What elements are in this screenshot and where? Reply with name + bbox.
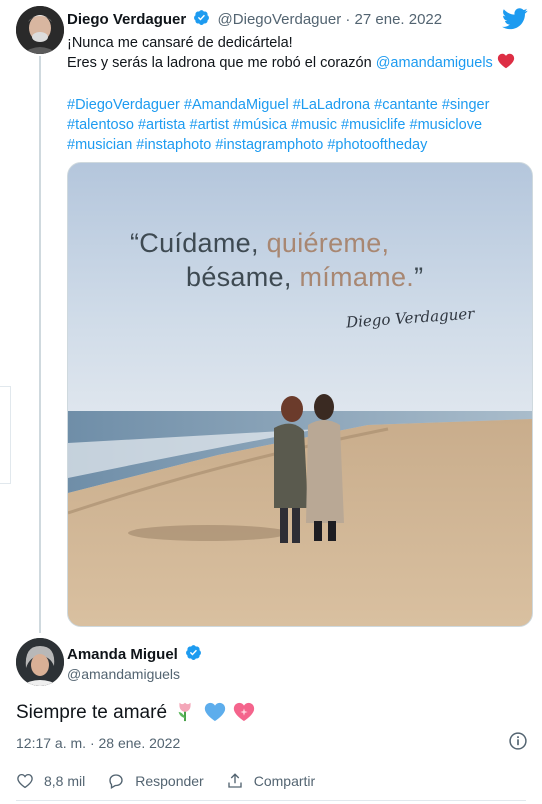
tulip-icon xyxy=(174,700,196,728)
tweet-line-2: Eres y serás la ladrona que me robó el c… xyxy=(67,53,532,75)
tweet-line-2-text: Eres y serás la ladrona que me robó el c… xyxy=(67,55,376,71)
reply-author-name[interactable]: Amanda Miguel xyxy=(67,646,178,663)
verified-badge-icon xyxy=(193,9,210,30)
reply-button[interactable]: Responder xyxy=(107,772,204,790)
reply-icon xyxy=(109,774,123,789)
tweet-text: ¡Nunca me cansaré de dedicártela! Eres y… xyxy=(67,33,532,155)
reply-text: Siempre te amaré xyxy=(16,700,255,728)
side-panel-edge xyxy=(0,386,11,484)
reply-text-content: Siempre te amaré xyxy=(16,702,168,723)
twitter-bird-icon[interactable] xyxy=(502,8,528,35)
like-count: 8,8 mil xyxy=(44,773,86,789)
share-label: Compartir xyxy=(253,773,316,789)
reply-verified-badge-icon xyxy=(185,644,202,665)
quote-text-1: “Cuídame, xyxy=(130,228,267,258)
reply-time: 12:17 a. m. xyxy=(16,735,87,751)
reply-date: 28 ene. 2022 xyxy=(98,735,181,751)
reply-author-handle[interactable]: @amandamiguels xyxy=(67,666,180,682)
blue-heart-icon xyxy=(204,702,226,728)
hashtags-line-3[interactable]: #musician #instaphoto #instagramphoto #p… xyxy=(67,135,532,155)
hashtags-line-2[interactable]: #talentoso #artista #artist #música #mus… xyxy=(67,115,532,135)
bottom-divider xyxy=(16,800,526,801)
share-icon xyxy=(228,773,242,788)
like-icon xyxy=(17,773,33,789)
tweet-actions: 8,8 mil Responder Compartir xyxy=(16,772,337,790)
red-heart-icon xyxy=(497,53,515,75)
sparkling-heart-icon xyxy=(233,702,255,728)
reply-author-avatar[interactable] xyxy=(16,638,64,686)
reply-author-header: Amanda Miguel xyxy=(67,644,205,665)
tweet-photo[interactable]: “Cuídame, quiéreme, bésame, mímame.” Die… xyxy=(67,162,533,627)
author-avatar-image xyxy=(16,6,64,54)
timestamp-separator: · xyxy=(89,735,95,751)
image-quote-line-1: “Cuídame, quiéreme, xyxy=(130,228,532,259)
hashtags-line-1[interactable]: #DiegoVerdaguer #AmandaMiguel #LaLadrona… xyxy=(67,95,532,115)
reply-label: Responder xyxy=(135,773,204,789)
tweet-header: Diego Verdaguer @DiegoVerdaguer · 27 ene… xyxy=(67,9,442,30)
quote-close: ” xyxy=(414,262,424,292)
quote-accent-1: quiéreme, xyxy=(266,228,390,258)
mention-link[interactable]: @amandamiguels xyxy=(376,55,493,71)
image-quote-line-2: bésame, mímame.” xyxy=(186,262,532,293)
header-separator: · xyxy=(345,11,351,28)
reply-avatar-image xyxy=(16,638,64,686)
quote-accent-2: mímame. xyxy=(299,262,415,292)
author-avatar[interactable] xyxy=(16,6,64,54)
like-button[interactable]: 8,8 mil xyxy=(16,772,85,790)
tweet-date[interactable]: 27 ene. 2022 xyxy=(355,11,443,28)
quote-text-2: bésame, xyxy=(186,262,300,292)
author-handle[interactable]: @DiegoVerdaguer xyxy=(218,11,342,28)
thread-connector-line xyxy=(39,56,41,633)
share-button[interactable]: Compartir xyxy=(226,772,315,790)
info-icon[interactable] xyxy=(508,731,528,756)
author-name[interactable]: Diego Verdaguer xyxy=(67,11,186,28)
tweet-line-1: ¡Nunca me cansaré de dedicártela! xyxy=(67,35,293,51)
reply-timestamp[interactable]: 12:17 a. m. · 28 ene. 2022 xyxy=(16,735,180,751)
